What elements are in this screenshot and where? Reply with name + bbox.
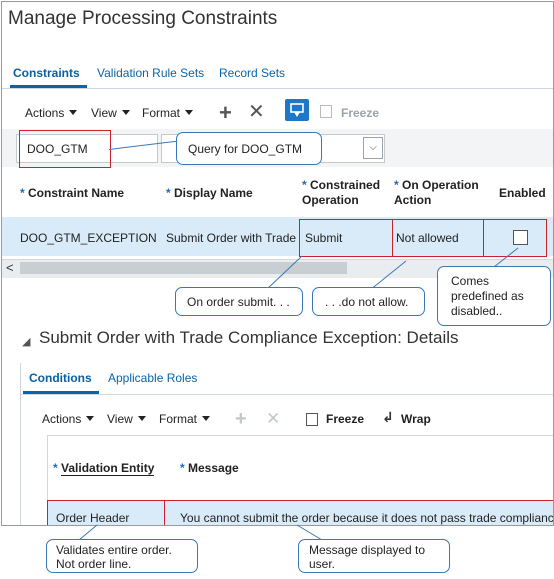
message-displayed-callout: Message displayed to user. (298, 539, 450, 573)
bottom-callout-pointers (78, 524, 323, 541)
validates-order-callout: Validates entire order. Not order line. (46, 539, 198, 573)
